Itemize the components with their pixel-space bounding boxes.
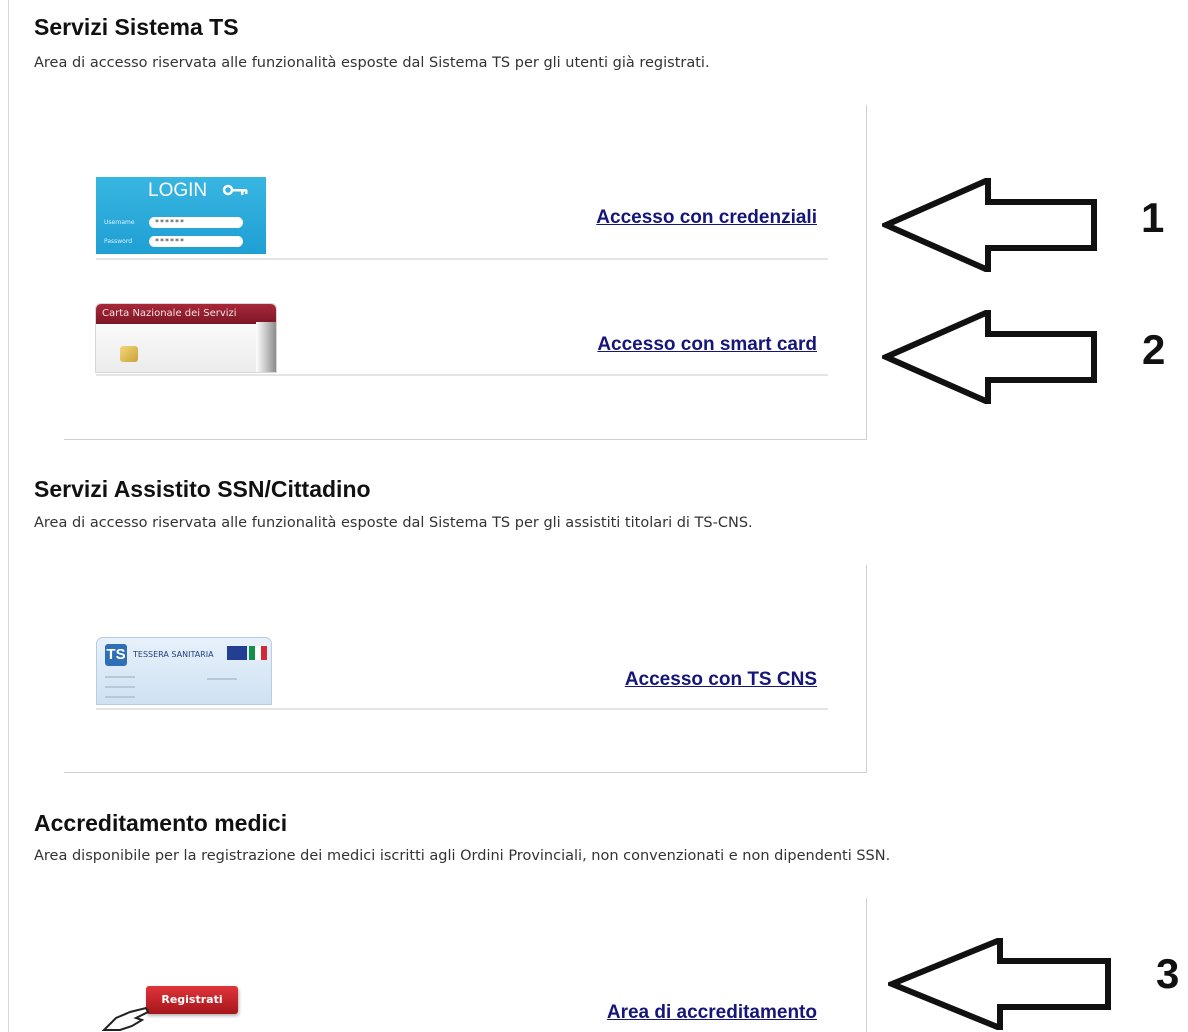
ts-badge-icon: TS xyxy=(105,644,127,666)
section-description: Area di accesso riservata alle funzional… xyxy=(34,55,710,71)
box-right-border xyxy=(866,565,867,773)
box-right-border xyxy=(866,105,867,440)
annotation-number: 1 xyxy=(1141,194,1165,241)
card-text-line xyxy=(207,678,237,680)
login-card-image: LOGIN Username ****** Password ****** xyxy=(96,177,266,254)
card-text-line xyxy=(105,676,135,678)
chip-icon xyxy=(120,346,138,362)
section-title-servizi-sistema-ts: Servizi Sistema TS xyxy=(34,14,239,40)
arrow-left-icon xyxy=(882,310,1097,404)
registrati-button-image: Registrati xyxy=(146,986,238,1014)
annotation-number: 2 xyxy=(1142,326,1166,373)
italy-flag-icon xyxy=(249,646,267,660)
eu-flag-icon xyxy=(227,646,247,660)
annotation-number: 3 xyxy=(1156,950,1180,997)
box-bottom-border xyxy=(64,772,867,773)
card-edge-decoration xyxy=(256,322,276,372)
accesso-credenziali-link[interactable]: Accesso con credenziali xyxy=(596,207,817,229)
arrow-left-icon xyxy=(882,178,1097,272)
tessera-sanitaria-image: TS TESSERA SANITARIA xyxy=(96,637,272,705)
section-title-accreditamento: Accreditamento medici xyxy=(34,810,288,836)
username-label: Username xyxy=(104,219,135,226)
password-label: Password xyxy=(104,238,133,245)
row-divider xyxy=(96,708,828,710)
row-divider xyxy=(96,258,828,260)
carta-nazionale-servizi-image: Carta Nazionale dei Servizi xyxy=(95,303,277,373)
section-description: Area disponibile per la registrazione de… xyxy=(34,848,891,864)
row-divider xyxy=(96,374,828,376)
cns-heading: Carta Nazionale dei Servizi xyxy=(96,304,276,324)
section-description: Area di accesso riservata alle funzional… xyxy=(34,515,753,531)
area-accreditamento-link[interactable]: Area di accreditamento xyxy=(607,1002,817,1024)
box-bottom-border xyxy=(64,439,867,440)
password-field: ****** xyxy=(149,236,243,247)
key-icon xyxy=(222,184,248,196)
ts-heading: TESSERA SANITARIA xyxy=(133,650,214,659)
accesso-smart-card-link[interactable]: Accesso con smart card xyxy=(597,334,817,356)
box-right-border xyxy=(866,898,867,1032)
accesso-ts-cns-link[interactable]: Accesso con TS CNS xyxy=(625,669,817,691)
username-field: ****** xyxy=(149,217,243,228)
left-border xyxy=(8,0,9,1032)
section-title-servizi-assistito: Servizi Assistito SSN/Cittadino xyxy=(34,476,371,502)
login-heading: LOGIN xyxy=(148,180,208,201)
card-text-line xyxy=(105,696,135,698)
card-text-line xyxy=(105,686,135,688)
arrow-left-icon xyxy=(888,938,1111,1030)
hand-cursor-icon xyxy=(102,1006,150,1031)
